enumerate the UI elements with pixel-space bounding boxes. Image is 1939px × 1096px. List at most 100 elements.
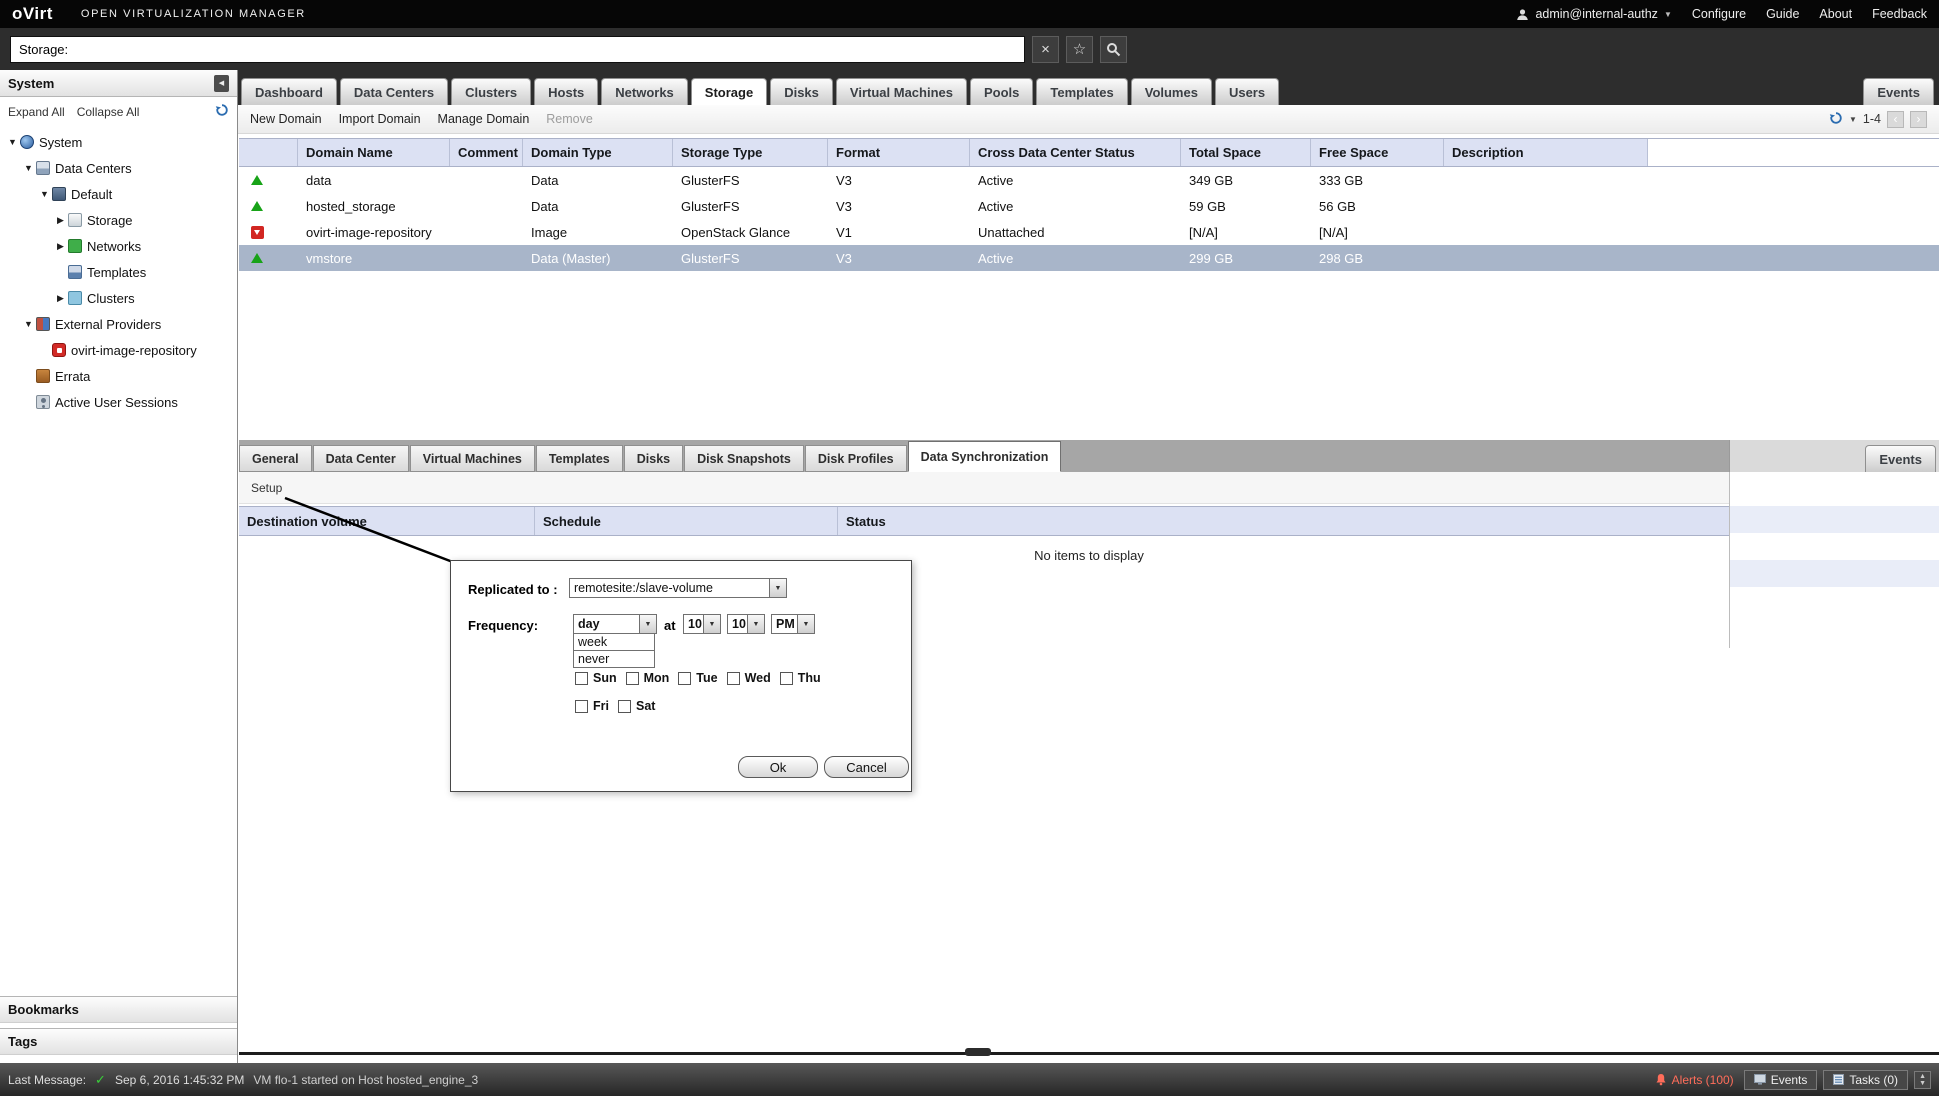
chevron-down-icon[interactable]: ▼	[797, 615, 814, 633]
events-button-detail[interactable]: Events	[1865, 445, 1936, 472]
col-destination-volume[interactable]: Destination volume	[239, 507, 535, 535]
feedback-link[interactable]: Feedback	[1872, 7, 1927, 21]
tab-templates[interactable]: Templates	[1036, 78, 1127, 105]
user-menu[interactable]: admin@internal-authz ▼	[1516, 7, 1671, 21]
ampm-select[interactable]: PM ▼	[771, 614, 815, 634]
detail-tab-data-synchronization[interactable]: Data Synchronization	[908, 441, 1062, 472]
tree-item-templates[interactable]: Templates	[0, 259, 237, 285]
expander-icon[interactable]: ▼	[6, 137, 19, 147]
bookmark-search-button[interactable]: ☆	[1066, 36, 1093, 63]
tree-item-external-providers[interactable]: ▼External Providers	[0, 311, 237, 337]
day-checkbox-fri[interactable]: Fri	[575, 699, 609, 713]
last-message-text[interactable]: VM flo-1 started on Host hosted_engine_3	[253, 1073, 478, 1087]
cancel-button[interactable]: Cancel	[824, 756, 909, 778]
remove-button[interactable]: Remove	[546, 112, 593, 126]
detail-tab-data-center[interactable]: Data Center	[313, 445, 409, 472]
col-free-space[interactable]: Free Space	[1311, 139, 1444, 166]
bookmarks-section-header[interactable]: Bookmarks	[0, 996, 237, 1023]
hour-select[interactable]: 10 ▼	[683, 614, 721, 634]
search-button[interactable]	[1100, 36, 1127, 63]
chevron-down-icon[interactable]: ▼	[639, 615, 656, 633]
about-link[interactable]: About	[1819, 7, 1852, 21]
expand-all-link[interactable]: Expand All	[8, 105, 65, 119]
next-page-button[interactable]: ›	[1910, 111, 1927, 128]
frequency-select[interactable]: day ▼	[573, 614, 657, 634]
refresh-tree-button[interactable]	[215, 103, 229, 120]
col-domain-type[interactable]: Domain Type	[523, 139, 673, 166]
manage-domain-button[interactable]: Manage Domain	[438, 112, 530, 126]
events-button-top[interactable]: Events	[1863, 78, 1934, 105]
prev-page-button[interactable]: ‹	[1887, 111, 1904, 128]
checkbox[interactable]	[575, 700, 588, 713]
expander-icon[interactable]: ▶	[54, 215, 67, 226]
expander-icon[interactable]: ▼	[38, 189, 51, 199]
checkbox[interactable]	[727, 672, 740, 685]
tree-item-active-user-sessions[interactable]: Active User Sessions	[0, 389, 237, 415]
day-checkbox-sun[interactable]: Sun	[575, 671, 617, 685]
frequency-option-week[interactable]: week	[573, 634, 655, 651]
tasks-footer-button[interactable]: Tasks (0)	[1823, 1070, 1908, 1090]
tree-item-errata[interactable]: Errata	[0, 363, 237, 389]
tags-section-header[interactable]: Tags	[0, 1028, 237, 1055]
splitter-handle[interactable]	[965, 1048, 991, 1056]
detail-tab-disk-snapshots[interactable]: Disk Snapshots	[684, 445, 804, 472]
expander-icon[interactable]: ▼	[22, 163, 35, 173]
tab-storage[interactable]: Storage	[691, 78, 767, 105]
checkbox[interactable]	[575, 672, 588, 685]
detail-tab-templates[interactable]: Templates	[536, 445, 623, 472]
guide-link[interactable]: Guide	[1766, 7, 1799, 21]
day-checkbox-mon[interactable]: Mon	[626, 671, 670, 685]
refresh-dropdown-caret[interactable]: ▼	[1849, 115, 1857, 124]
tab-users[interactable]: Users	[1215, 78, 1279, 105]
tree-item-networks[interactable]: ▶Networks	[0, 233, 237, 259]
day-checkbox-thu[interactable]: Thu	[780, 671, 821, 685]
col-format[interactable]: Format	[828, 139, 970, 166]
expander-icon[interactable]: ▶	[54, 241, 67, 252]
tree-item-data-centers[interactable]: ▼Data Centers	[0, 155, 237, 181]
search-input[interactable]	[10, 36, 1025, 63]
tab-clusters[interactable]: Clusters	[451, 78, 531, 105]
col-storage-type[interactable]: Storage Type	[673, 139, 828, 166]
tab-pools[interactable]: Pools	[970, 78, 1033, 105]
checkbox[interactable]	[780, 672, 793, 685]
horizontal-splitter[interactable]	[239, 1052, 1939, 1055]
tree-item-default[interactable]: ▼Default	[0, 181, 237, 207]
new-domain-button[interactable]: New Domain	[250, 112, 322, 126]
configure-link[interactable]: Configure	[1692, 7, 1746, 21]
col-cross-dc-status[interactable]: Cross Data Center Status	[970, 139, 1181, 166]
tree-item-system[interactable]: ▼System	[0, 129, 237, 155]
frequency-option-never[interactable]: never	[573, 651, 655, 668]
refresh-grid-button[interactable]	[1829, 111, 1843, 128]
tab-networks[interactable]: Networks	[601, 78, 688, 105]
day-checkbox-wed[interactable]: Wed	[727, 671, 771, 685]
minute-select[interactable]: 10 ▼	[727, 614, 765, 634]
detail-tab-virtual-machines[interactable]: Virtual Machines	[410, 445, 535, 472]
setup-button[interactable]: Setup	[251, 481, 282, 495]
checkbox[interactable]	[618, 700, 631, 713]
tab-virtual-machines[interactable]: Virtual Machines	[836, 78, 967, 105]
import-domain-button[interactable]: Import Domain	[339, 112, 421, 126]
col-description[interactable]: Description	[1444, 139, 1648, 166]
tab-disks[interactable]: Disks	[770, 78, 833, 105]
day-checkbox-sat[interactable]: Sat	[618, 699, 655, 713]
ok-button[interactable]: Ok	[738, 756, 818, 778]
events-footer-button[interactable]: Events	[1744, 1070, 1818, 1090]
col-comment[interactable]: Comment	[450, 139, 523, 166]
col-schedule[interactable]: Schedule	[535, 507, 838, 535]
collapse-all-link[interactable]: Collapse All	[77, 105, 140, 119]
tab-volumes[interactable]: Volumes	[1131, 78, 1212, 105]
tab-hosts[interactable]: Hosts	[534, 78, 598, 105]
tab-dashboard[interactable]: Dashboard	[241, 78, 337, 105]
collapse-sidebar-button[interactable]: ◀	[214, 75, 229, 92]
table-row[interactable]: hosted_storage Data GlusterFS V3 Active …	[239, 193, 1939, 219]
expander-icon[interactable]: ▶	[54, 293, 67, 304]
detail-tab-disks[interactable]: Disks	[624, 445, 683, 472]
chevron-down-icon[interactable]: ▼	[703, 615, 720, 633]
checkbox[interactable]	[678, 672, 691, 685]
table-row[interactable]: data Data GlusterFS V3 Active 349 GB 333…	[239, 167, 1939, 193]
table-row[interactable]: ovirt-image-repository Image OpenStack G…	[239, 219, 1939, 245]
alerts-button[interactable]: Alerts (100)	[1655, 1073, 1734, 1087]
chevron-down-icon[interactable]: ▼	[769, 579, 786, 597]
chevron-down-icon[interactable]: ▼	[747, 615, 764, 633]
col-status[interactable]: Status	[838, 507, 1729, 535]
